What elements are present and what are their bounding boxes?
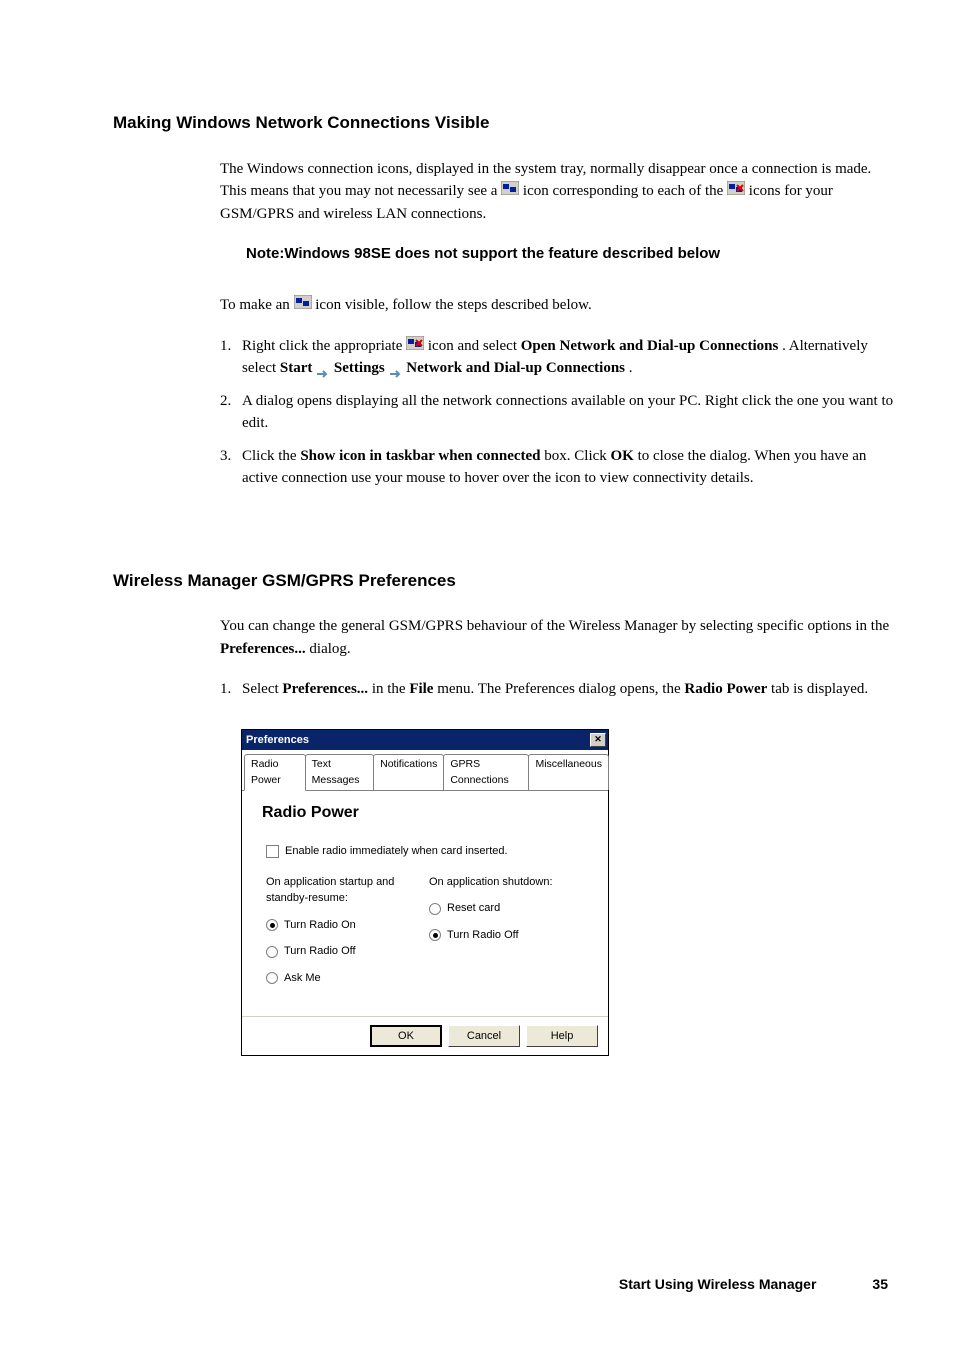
radio-icon[interactable] bbox=[266, 919, 278, 931]
list-text: Click the Show icon in taskbar when conn… bbox=[242, 445, 894, 490]
bold-text: Preferences... bbox=[220, 641, 306, 657]
text: . bbox=[629, 360, 633, 376]
footer-page-number: 35 bbox=[872, 1274, 888, 1295]
text: icon visible, follow the steps described… bbox=[315, 297, 591, 313]
arrow-right-icon bbox=[389, 364, 403, 374]
preferences-dialog: Preferences ✕ Radio Power Text Messages … bbox=[241, 729, 609, 1057]
radio-label: Reset card bbox=[447, 900, 500, 917]
close-button[interactable]: ✕ bbox=[590, 733, 606, 747]
radio-ask-me[interactable]: Ask Me bbox=[266, 970, 429, 987]
cancel-button[interactable]: Cancel bbox=[448, 1025, 520, 1047]
text: Select bbox=[242, 681, 282, 697]
bold-text: Start bbox=[280, 360, 313, 376]
network-connected-icon bbox=[501, 180, 519, 203]
radio-columns: On application startup and standby-resum… bbox=[266, 874, 592, 997]
text: box. Click bbox=[544, 448, 610, 464]
note: Note:Windows 98SE does not support the f… bbox=[246, 243, 894, 266]
list-item: 1. Right click the appropriate icon and … bbox=[220, 335, 894, 380]
tab-bar: Radio Power Text Messages Notifications … bbox=[242, 750, 608, 792]
network-disconnected-icon bbox=[406, 335, 424, 358]
tab-text-messages[interactable]: Text Messages bbox=[305, 754, 374, 791]
bold-text: File bbox=[409, 681, 433, 697]
text: You can change the general GSM/GPRS beha… bbox=[220, 618, 889, 634]
radio-icon[interactable] bbox=[266, 972, 278, 984]
dialog-button-row: OK Cancel Help bbox=[242, 1016, 608, 1055]
text: icon and select bbox=[428, 338, 521, 354]
list-item: 2. A dialog opens displaying all the net… bbox=[220, 390, 894, 435]
help-button[interactable]: Help bbox=[526, 1025, 598, 1047]
text: dialog. bbox=[309, 641, 350, 657]
tab-notifications[interactable]: Notifications bbox=[373, 754, 444, 791]
radio-icon[interactable] bbox=[429, 929, 441, 941]
panel-heading: Radio Power bbox=[262, 801, 592, 825]
bold-text: Network and Dial-up Connections bbox=[406, 360, 625, 376]
text: Click the bbox=[242, 448, 300, 464]
startup-column: On application startup and standby-resum… bbox=[266, 874, 429, 997]
network-connected-icon bbox=[294, 294, 312, 317]
ordered-list-2: 1. Select Preferences... in the File men… bbox=[220, 678, 894, 701]
radio-label: Turn Radio Off bbox=[284, 943, 356, 960]
dialog-title: Preferences bbox=[246, 732, 309, 749]
enable-radio-checkbox-row[interactable]: Enable radio immediately when card inser… bbox=[266, 843, 592, 860]
dialog-content: Radio Power Enable radio immediately whe… bbox=[242, 791, 608, 1016]
text: Right click the appropriate bbox=[242, 338, 406, 354]
column-heading: On application shutdown: bbox=[429, 874, 592, 891]
dialog-titlebar[interactable]: Preferences ✕ bbox=[242, 730, 608, 750]
text: icon corresponding to each of the bbox=[523, 183, 727, 199]
bold-text: Settings bbox=[334, 360, 385, 376]
list-number: 1. bbox=[220, 335, 242, 380]
text: menu. The Preferences dialog opens, the bbox=[437, 681, 684, 697]
shutdown-column: On application shutdown: Reset card Turn… bbox=[429, 874, 592, 997]
radio-label: Ask Me bbox=[284, 970, 321, 987]
ordered-list-1: 1. Right click the appropriate icon and … bbox=[220, 335, 894, 490]
paragraph-1: The Windows connection icons, displayed … bbox=[220, 158, 894, 226]
tab-gprs-connections[interactable]: GPRS Connections bbox=[443, 754, 529, 791]
list-text: Select Preferences... in the File menu. … bbox=[242, 678, 894, 701]
radio-icon[interactable] bbox=[429, 903, 441, 915]
text: tab is displayed. bbox=[771, 681, 868, 697]
bold-text: Show icon in taskbar when connected bbox=[300, 448, 540, 464]
tab-radio-power[interactable]: Radio Power bbox=[244, 754, 306, 792]
list-text: A dialog opens displaying all the networ… bbox=[242, 390, 894, 435]
text: A dialog opens displaying all the networ… bbox=[242, 393, 893, 432]
checkbox-label: Enable radio immediately when card inser… bbox=[285, 843, 508, 860]
radio-reset-card[interactable]: Reset card bbox=[429, 900, 592, 917]
paragraph-3: You can change the general GSM/GPRS beha… bbox=[220, 615, 894, 660]
radio-label: Turn Radio Off bbox=[447, 927, 519, 944]
list-item: 3. Click the Show icon in taskbar when c… bbox=[220, 445, 894, 490]
column-heading: On application startup and standby-resum… bbox=[266, 874, 429, 907]
list-number: 1. bbox=[220, 678, 242, 701]
bold-text: OK bbox=[611, 448, 634, 464]
page-footer: Start Using Wireless Manager 35 bbox=[113, 1274, 888, 1295]
radio-turn-on[interactable]: Turn Radio On bbox=[266, 917, 429, 934]
radio-icon[interactable] bbox=[266, 946, 278, 958]
dialog-body: Radio Power Text Messages Notifications … bbox=[242, 750, 608, 1056]
paragraph-2: To make an icon visible, follow the step… bbox=[220, 294, 894, 317]
section-heading-2: Wireless Manager GSM/GPRS Preferences bbox=[113, 568, 894, 594]
tab-miscellaneous[interactable]: Miscellaneous bbox=[528, 754, 609, 791]
section-heading-1: Making Windows Network Connections Visib… bbox=[113, 110, 894, 136]
text: To make an bbox=[220, 297, 294, 313]
list-item: 1. Select Preferences... in the File men… bbox=[220, 678, 894, 701]
text: in the bbox=[372, 681, 410, 697]
radio-label: Turn Radio On bbox=[284, 917, 356, 934]
bold-text: Preferences... bbox=[282, 681, 368, 697]
list-number: 3. bbox=[220, 445, 242, 490]
checkbox-icon[interactable] bbox=[266, 845, 279, 858]
bold-text: Open Network and Dial-up Connections bbox=[521, 338, 779, 354]
list-text: Right click the appropriate icon and sel… bbox=[242, 335, 894, 380]
radio-turn-off-2[interactable]: Turn Radio Off bbox=[429, 927, 592, 944]
radio-turn-off[interactable]: Turn Radio Off bbox=[266, 943, 429, 960]
bold-text: Radio Power bbox=[684, 681, 767, 697]
footer-chapter: Start Using Wireless Manager bbox=[619, 1274, 817, 1295]
ok-button[interactable]: OK bbox=[370, 1025, 442, 1047]
arrow-right-icon bbox=[316, 364, 330, 374]
list-number: 2. bbox=[220, 390, 242, 435]
network-disconnected-icon bbox=[727, 180, 745, 203]
